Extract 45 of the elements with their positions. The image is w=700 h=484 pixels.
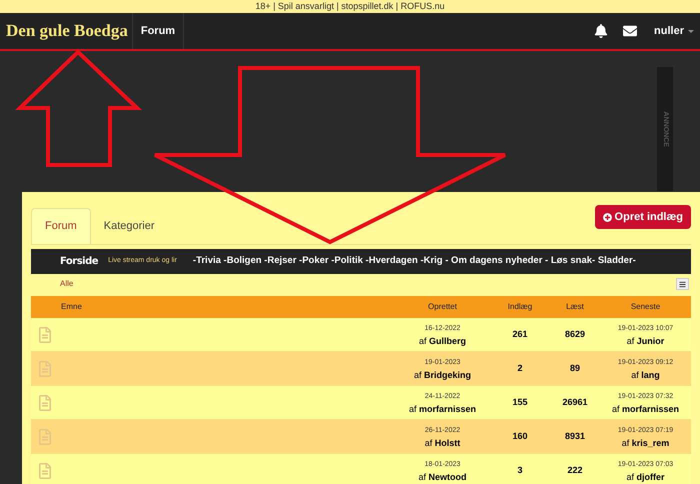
nav-link[interactable]: Forum: [132, 13, 184, 49]
latest-by: af morfarnissen: [612, 402, 680, 414]
notification-icon[interactable]: [594, 24, 608, 38]
top-notice: 18+ | Spil ansvarligt | stopspillet.dk | ROFUS.nu: [0, 0, 700, 13]
view-count: 222: [566, 464, 584, 477]
document-icon: [39, 462, 51, 478]
view-count: 89: [568, 362, 581, 375]
view-count: 26961: [561, 396, 589, 409]
post-count: 160: [511, 430, 529, 443]
filter-link[interactable]: Alle: [60, 278, 74, 290]
column-header[interactable]: Emne: [31, 301, 395, 313]
view-count: 8931: [564, 430, 586, 443]
created-by: af Gullberg: [418, 334, 466, 346]
created-by: af Newtood: [418, 470, 466, 482]
plus-icon: [602, 212, 612, 222]
post-count: 3: [516, 464, 524, 477]
menu-button[interactable]: [676, 278, 689, 290]
created-by: af Holstt: [424, 436, 460, 448]
latest-by: af djoffer: [626, 470, 664, 482]
post-count: 155: [511, 396, 529, 409]
post-count: 261: [511, 328, 529, 341]
user-menu[interactable]: nuller: [654, 22, 700, 40]
site-logo[interactable]: Den gule Boedga: [0, 18, 132, 44]
column-header[interactable]: Læst: [550, 301, 600, 313]
menu-icon: [679, 280, 686, 288]
document-icon: [39, 394, 51, 410]
latest-by: af kris_rem: [622, 436, 670, 448]
view-count: 8629: [564, 328, 586, 341]
document-icon: [39, 326, 51, 342]
latest-by: af lang: [631, 368, 660, 380]
home-link[interactable]: Forside: [60, 254, 98, 269]
column-header[interactable]: Oprettet: [395, 301, 490, 313]
document-icon: [39, 360, 51, 376]
column-header[interactable]: Seneste: [600, 301, 691, 313]
created-by: af Bridgeking: [414, 368, 472, 380]
created-by: af morfarnissen: [408, 402, 476, 414]
post-count: 2: [516, 362, 524, 375]
tab[interactable]: Kategorier: [90, 208, 168, 244]
document-icon: [39, 428, 51, 444]
create-post-button[interactable]: Opret indlæg: [594, 205, 691, 229]
latest-by: af Junior: [626, 334, 664, 346]
tab[interactable]: Forum: [31, 208, 91, 244]
category-links[interactable]: -Trivia -Boligen -Rejser -Poker -Politik -Hverdagen -Krig - Om dagens nyheder - Løs snak- Sladder-: [192, 254, 636, 269]
column-header[interactable]: Indlæg: [490, 301, 550, 313]
mail-icon[interactable]: [622, 24, 638, 38]
